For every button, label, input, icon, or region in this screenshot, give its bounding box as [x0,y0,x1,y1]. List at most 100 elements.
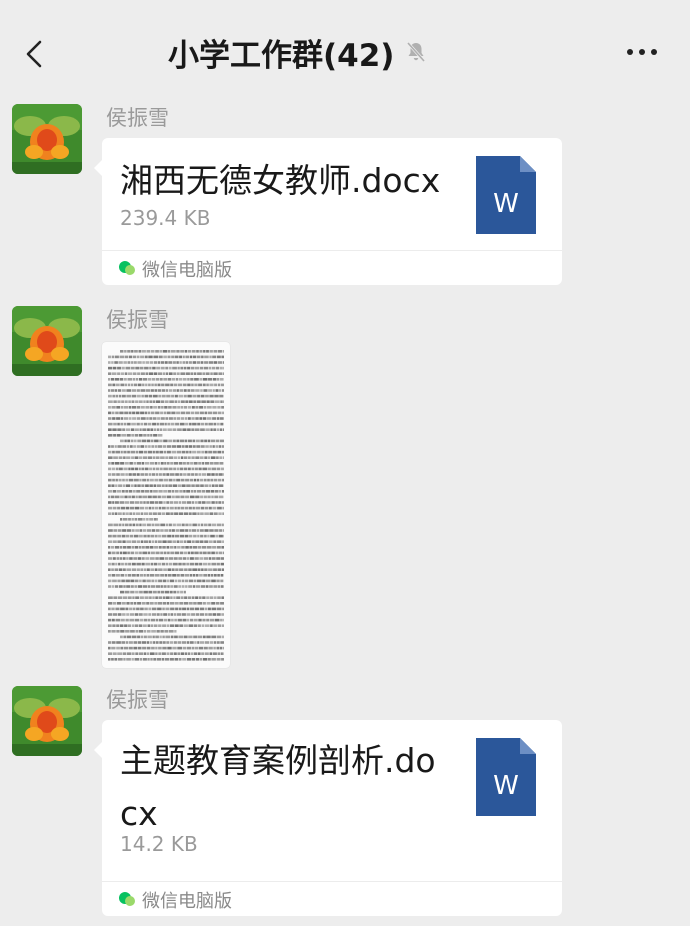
text-glyph [121,579,125,583]
text-glyph [182,607,187,611]
text-glyph [190,490,193,493]
text-glyph [140,473,145,476]
text-glyph [164,422,167,426]
back-button[interactable] [18,34,54,74]
text-glyph [153,355,158,359]
text-glyph [168,557,174,560]
text-glyph [174,630,177,633]
text-glyph [187,366,191,370]
text-glyph [176,478,181,482]
text-glyph [129,512,132,515]
text-glyph [128,562,132,566]
text-glyph [212,406,217,409]
text-glyph [216,562,220,566]
text-glyph [124,350,127,353]
text-glyph [159,641,162,644]
text-glyph [139,534,143,538]
text-glyph [136,574,139,577]
text-glyph [132,355,136,359]
text-glyph [187,557,190,560]
text-glyph [156,400,161,403]
text-glyph [195,613,200,616]
text-glyph [142,557,145,560]
image-message-thumbnail[interactable] [102,342,230,668]
text-glyph [157,607,162,611]
text-glyph [148,450,153,454]
avatar[interactable] [12,104,82,174]
more-button[interactable] [622,40,662,64]
text-glyph [158,568,163,571]
text-glyph [124,495,128,499]
text-glyph [180,372,185,375]
text-glyph [148,394,153,398]
text-glyph [148,473,152,476]
text-glyph [145,406,150,409]
text-glyph [159,635,162,639]
text-glyph [214,394,219,398]
text-glyph [208,366,212,370]
text-glyph [139,523,142,527]
text-glyph [144,462,150,465]
text-glyph [121,434,126,437]
text-glyph [221,624,224,627]
text-glyph [134,624,139,627]
text-glyph [108,378,111,381]
text-glyph [136,562,141,566]
file-message-card[interactable]: 湘西无德女教师.docx 239.4 KB W 微信电脑版 [94,138,562,285]
text-glyph [120,450,123,454]
text-glyph [208,422,213,426]
text-glyph [137,383,142,387]
text-glyph [172,445,177,448]
text-glyph [112,557,116,560]
text-glyph [114,445,117,448]
text-glyph [144,366,149,370]
text-glyph [139,618,144,622]
text-glyph [219,529,223,532]
text-glyph [123,646,129,650]
text-glyph [120,646,124,650]
text-glyph [122,557,126,560]
avatar[interactable] [12,686,82,756]
text-glyph [179,467,184,471]
avatar[interactable] [12,306,82,376]
text-glyph [214,618,220,622]
text-glyph [188,506,192,510]
text-glyph [147,551,151,555]
text-glyph [221,501,224,504]
text-glyph [108,562,111,566]
text-glyph [186,501,192,504]
text-glyph [207,467,211,471]
text-glyph [220,467,224,471]
text-glyph [108,434,113,437]
text-glyph [181,484,186,487]
text-glyph [108,568,111,571]
text-glyph [111,406,116,409]
text-glyph [137,646,142,650]
text-glyph [193,585,196,588]
text-glyph [200,361,204,364]
text-glyph [203,658,208,661]
text-glyph [196,579,202,583]
file-message-card[interactable]: 主题教育案例剖析.docx 14.2 KB W 微信电脑版 [94,720,562,916]
text-glyph [141,641,147,644]
text-glyph [187,540,191,543]
text-glyph [175,495,180,499]
text-glyph [222,506,224,510]
text-glyph [114,568,119,571]
text-glyph [117,445,122,448]
text-glyph [214,495,219,499]
text-glyph [108,607,111,611]
text-glyph [143,568,146,571]
text-glyph [177,484,181,487]
text-glyph [157,383,161,387]
text-glyph [146,602,150,605]
text-glyph [150,350,155,353]
text-glyph [155,456,160,459]
text-glyph [171,618,174,622]
text-glyph [113,434,116,437]
text-glyph [135,411,140,415]
text-glyph [207,406,212,409]
text-glyph [108,546,111,549]
text-glyph [124,574,128,577]
text-glyph [165,607,170,611]
